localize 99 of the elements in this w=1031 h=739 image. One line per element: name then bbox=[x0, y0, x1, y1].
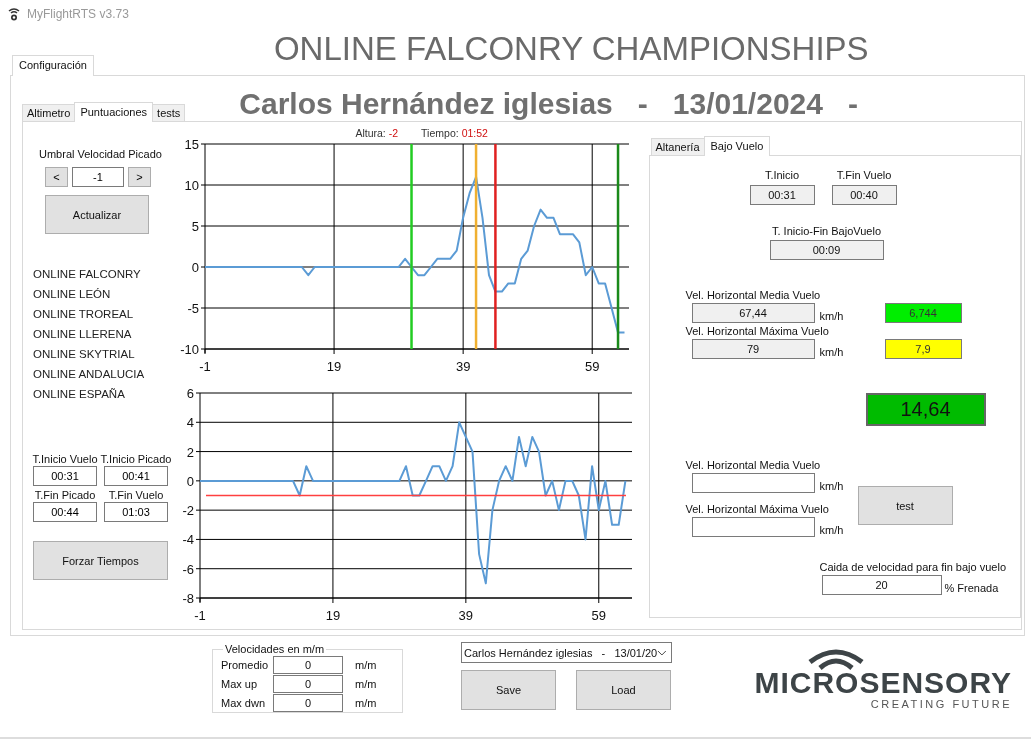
unit-label: km/h bbox=[819, 346, 845, 358]
time-field[interactable]: 00:41 bbox=[104, 466, 168, 486]
tab[interactable]: Bajo Vuelo bbox=[703, 136, 771, 156]
axis-label: -1 bbox=[199, 359, 212, 374]
tab[interactable]: Puntuaciones bbox=[74, 102, 154, 122]
score-box: 6,744 bbox=[884, 303, 962, 323]
group-title: Velocidades en m/m bbox=[224, 643, 326, 655]
score-box: 7,9 bbox=[884, 339, 962, 359]
axis-label: 15 bbox=[184, 139, 200, 152]
start-time-field[interactable]: 00:31 bbox=[749, 185, 815, 205]
field-label: Vel. Horizontal Media Vuelo bbox=[685, 288, 821, 303]
load-button[interactable]: Load bbox=[576, 670, 671, 710]
unit-label: km/h bbox=[819, 480, 844, 492]
championship-item: ONLINE FALCONRY bbox=[33, 267, 142, 282]
axis-label: -2 bbox=[182, 503, 195, 519]
test-button[interactable]: test bbox=[857, 486, 953, 525]
axis-label: 39 bbox=[459, 608, 474, 623]
increment-button[interactable]: > bbox=[128, 167, 151, 187]
heading: ONLINE FALCONRY CHAMPIONSHIPS bbox=[273, 32, 869, 66]
axis-label: -8 bbox=[182, 591, 195, 606]
axis-label: 0 bbox=[192, 260, 200, 275]
end-time-field[interactable]: 00:40 bbox=[831, 185, 897, 205]
time-label: T.Inicio Vuelo bbox=[32, 452, 98, 466]
axis-label: -10 bbox=[180, 342, 200, 357]
wifi-icon bbox=[806, 648, 866, 670]
tab[interactable]: Altanería bbox=[650, 138, 705, 155]
velocity-field[interactable]: 0 bbox=[273, 674, 343, 693]
field-label: Max dwn bbox=[221, 696, 267, 709]
championship-item: ONLINE SKYTRIAL bbox=[33, 347, 136, 362]
subtitle: Carlos Hernández iglesias - 13/01/2024 - bbox=[239, 87, 858, 121]
axis-label: -1 bbox=[194, 608, 207, 623]
field-label: Vel. Horizontal Máxima Vuelo bbox=[685, 324, 829, 339]
axis-label: 59 bbox=[585, 359, 600, 374]
axis-label: -5 bbox=[187, 301, 200, 316]
duration-field[interactable]: 00:09 bbox=[769, 240, 884, 260]
time-label: Tiempo: bbox=[421, 127, 459, 139]
field-label: T. Inicio-Fin BajoVuelo bbox=[771, 225, 881, 237]
axis-label: 0 bbox=[187, 473, 195, 489]
speed-field[interactable]: 79 bbox=[691, 339, 815, 359]
threshold-label: Umbral Velocidad Picado bbox=[39, 148, 162, 160]
logo-tagline: CREATING FUTURE bbox=[870, 698, 1012, 710]
time-label: T.Fin Vuelo bbox=[108, 488, 164, 502]
altitude-value: -2 bbox=[388, 127, 399, 139]
threshold-field[interactable]: -1 bbox=[72, 167, 124, 187]
field-label: Promedio bbox=[221, 658, 270, 671]
total-score-box: 14,64 bbox=[865, 393, 986, 426]
time-field[interactable]: 01:03 bbox=[104, 502, 168, 522]
unit-label: km/h bbox=[819, 310, 845, 322]
decrement-button[interactable]: < bbox=[45, 167, 68, 187]
unit-label: m/m bbox=[355, 658, 377, 671]
championship-item: ONLINE ESPAÑA bbox=[33, 387, 126, 402]
axis-label: 39 bbox=[456, 359, 471, 374]
championship-item: ONLINE TROREAL bbox=[33, 307, 135, 322]
braking-field[interactable]: 20 bbox=[821, 575, 942, 595]
speed-field[interactable]: 67,44 bbox=[691, 303, 815, 323]
axis-label: 6 bbox=[187, 386, 195, 401]
field-label: Vel. Horizontal Máxima Vuelo bbox=[685, 502, 829, 517]
logo-wordmark: MICROSENSORY bbox=[754, 668, 1012, 698]
field-label: T.Inicio bbox=[764, 169, 800, 181]
axis-label: 59 bbox=[591, 608, 607, 623]
field-label: Vel. Horizontal Media Vuelo bbox=[685, 458, 821, 473]
field-label: T.Fin Vuelo bbox=[836, 169, 892, 181]
axis-label: 19 bbox=[326, 608, 341, 623]
force-times-button[interactable]: Forzar Tiempos bbox=[33, 541, 168, 580]
time-label: T.Inicio Picado bbox=[100, 452, 172, 466]
time-value: 01:52 bbox=[461, 127, 488, 139]
axis-label: 10 bbox=[184, 178, 200, 193]
tab[interactable]: Configuración bbox=[12, 55, 94, 76]
time-label: T.Fin Picado bbox=[34, 488, 96, 502]
championship-item: ONLINE LLERENA bbox=[33, 327, 133, 342]
app-icon bbox=[8, 7, 20, 21]
speed-field[interactable] bbox=[691, 473, 815, 493]
championship-item: ONLINE LEÓN bbox=[33, 287, 112, 302]
unit-label: km/h bbox=[819, 524, 844, 536]
window-title: MyFlightRTS v3.73 bbox=[27, 7, 129, 21]
axis-label: 4 bbox=[187, 415, 195, 431]
unit-label: m/m bbox=[355, 696, 377, 709]
time-field[interactable]: 00:44 bbox=[33, 502, 97, 522]
unit-label: m/m bbox=[355, 677, 377, 690]
velocity-field[interactable]: 0 bbox=[273, 693, 343, 712]
tab[interactable]: tests bbox=[152, 104, 186, 121]
altitude-label: Altura: bbox=[355, 127, 386, 139]
speed-field[interactable] bbox=[691, 517, 815, 537]
update-button[interactable]: Actualizar bbox=[45, 195, 149, 234]
championship-item: ONLINE ANDALUCIA bbox=[33, 367, 145, 382]
save-button[interactable]: Save bbox=[461, 670, 556, 710]
axis-label: -6 bbox=[182, 561, 195, 577]
axis-label: 5 bbox=[192, 219, 200, 234]
unit-label: % Frenada bbox=[944, 582, 999, 594]
field-label: Max up bbox=[221, 677, 259, 690]
axis-label: -4 bbox=[182, 532, 195, 548]
caret-icon bbox=[657, 649, 667, 656]
tab[interactable]: Altimetro bbox=[22, 104, 76, 121]
velocity-field[interactable]: 0 bbox=[273, 655, 343, 674]
axis-label: 19 bbox=[327, 359, 342, 374]
field-label: Caida de velocidad para fin bajo vuelo bbox=[819, 561, 1007, 573]
axis-label: 2 bbox=[187, 444, 195, 460]
session-dropdown[interactable]: Carlos Hernández iglesias - 13/01/20 bbox=[461, 642, 672, 663]
time-field[interactable]: 00:31 bbox=[33, 466, 97, 486]
